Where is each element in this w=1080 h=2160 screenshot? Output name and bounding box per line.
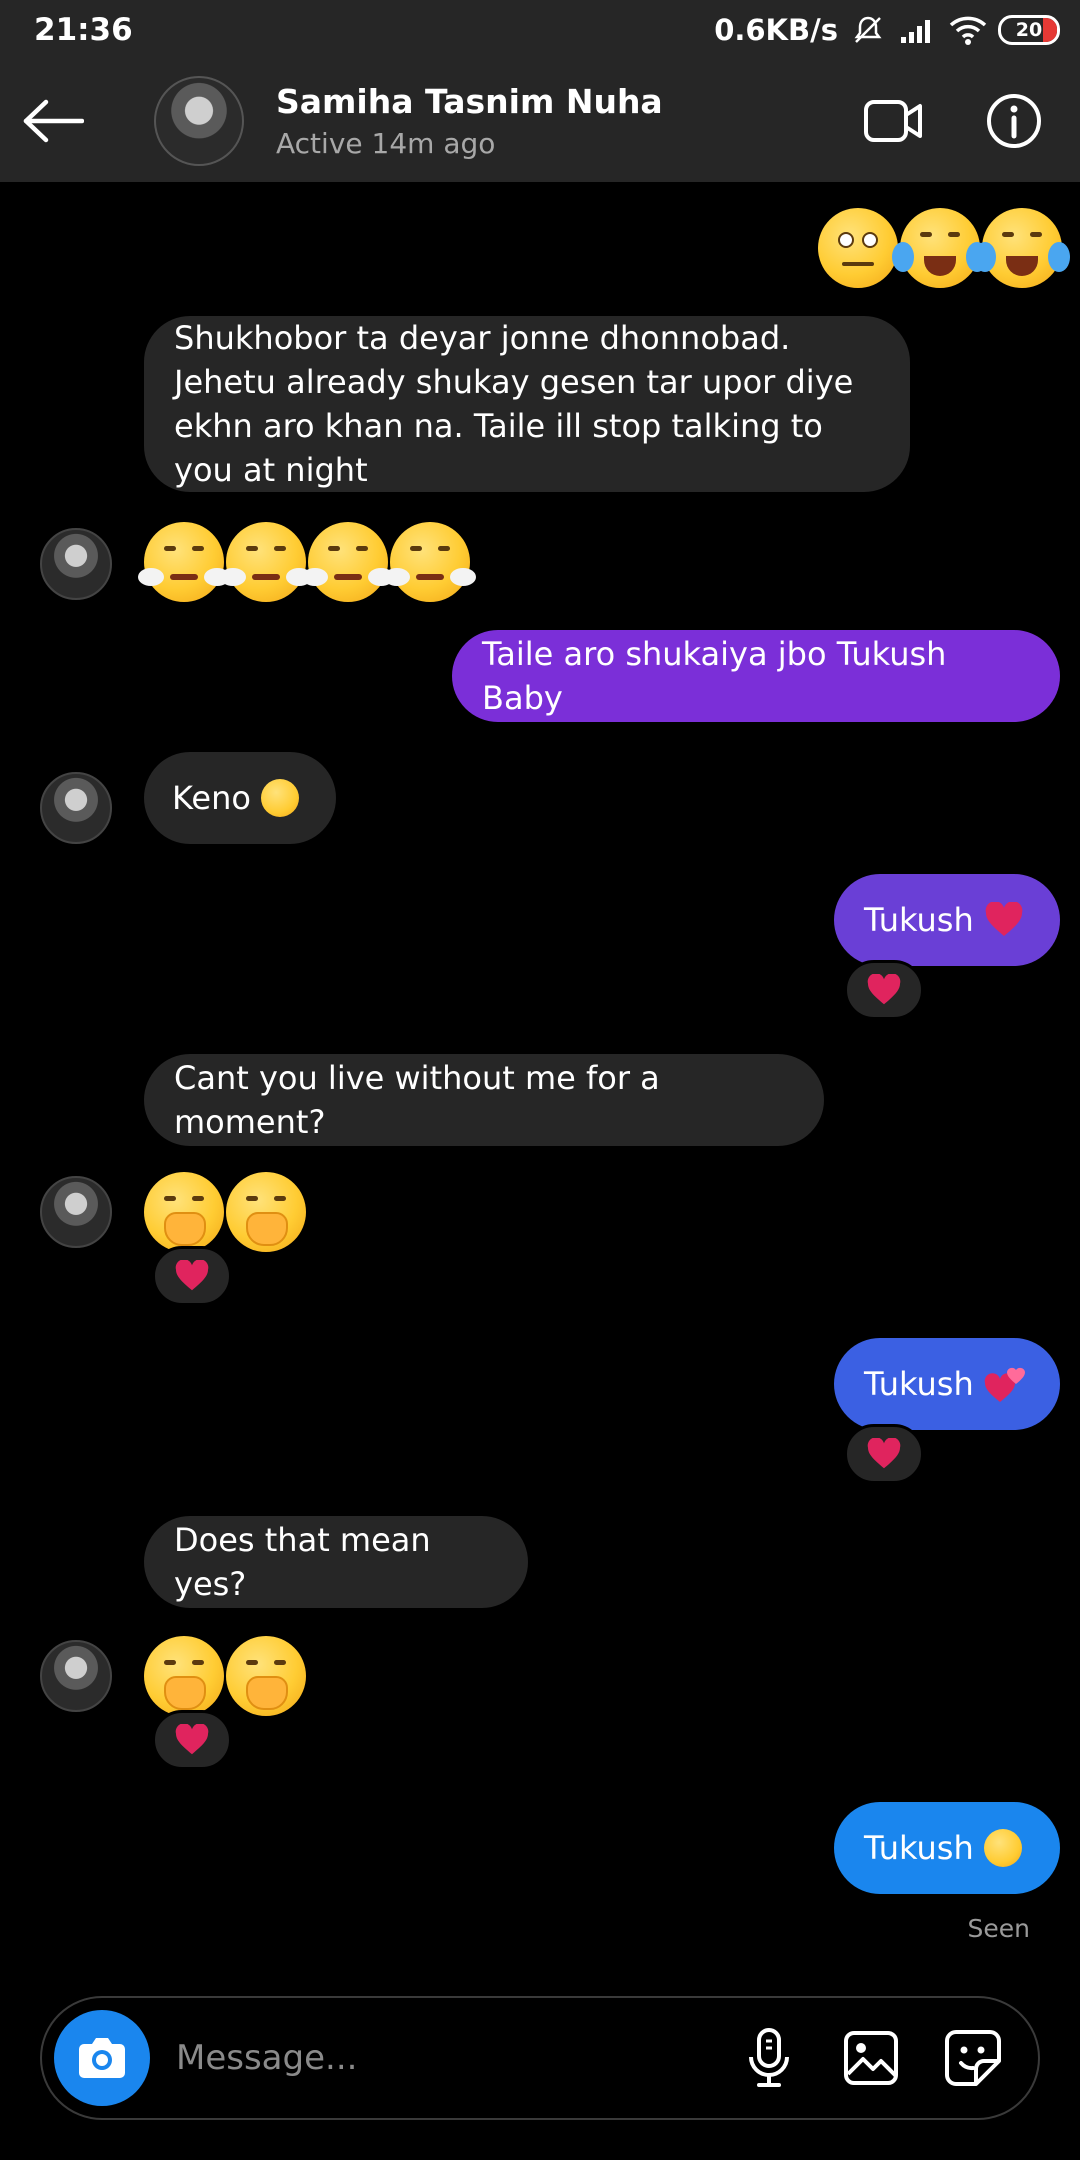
active-status: Active 14m ago <box>276 127 496 160</box>
reaction-badge[interactable] <box>152 1246 232 1306</box>
message-text: Tukush <box>864 1829 974 1867</box>
incoming-emoji-message[interactable] <box>144 1172 306 1252</box>
message-text: Tukush <box>864 901 974 939</box>
sender-avatar[interactable] <box>40 1176 112 1248</box>
incoming-emoji-message[interactable] <box>138 522 476 602</box>
composer-actions <box>740 2027 1002 2089</box>
sticker-icon <box>945 2030 1001 2086</box>
contact-avatar[interactable] <box>154 76 244 166</box>
outgoing-message[interactable]: Tukush <box>834 874 1060 966</box>
hand-over-mouth-emoji <box>144 1172 224 1252</box>
battery-level: 20 <box>1015 19 1043 41</box>
chat-header: Samiha Tasnim Nuha Active 14m ago <box>0 60 1080 182</box>
message-input[interactable] <box>176 2028 706 2088</box>
message-text: Keno <box>172 779 251 817</box>
status-icons: 0.6KB/s 20 <box>714 12 1060 48</box>
huffing-emoji <box>384 522 476 602</box>
heart-icon <box>175 1724 209 1755</box>
contact-info[interactable]: Samiha Tasnim Nuha Active 14m ago <box>276 82 663 160</box>
sender-avatar[interactable] <box>40 528 112 600</box>
network-speed: 0.6KB/s <box>714 13 838 47</box>
camera-button[interactable] <box>54 2010 150 2106</box>
message-composer <box>40 1996 1040 2120</box>
wifi-icon <box>948 12 988 48</box>
voice-message-button[interactable] <box>740 2027 798 2089</box>
sender-avatar[interactable] <box>40 1640 112 1712</box>
reaction-badge[interactable] <box>152 1710 232 1770</box>
signal-icon <box>898 12 938 48</box>
status-time: 21:36 <box>34 12 133 48</box>
video-call-button[interactable] <box>862 89 926 153</box>
tears-of-joy-emoji <box>892 208 988 288</box>
heart-icon <box>867 1438 901 1469</box>
back-button[interactable] <box>22 60 122 182</box>
back-arrow-icon <box>23 99 84 143</box>
outgoing-message[interactable]: Tukush <box>834 1338 1060 1430</box>
status-bar: 21:36 0.6KB/s 20 <box>0 0 1080 60</box>
message-text: Cant you live without me for a moment? <box>174 1059 660 1141</box>
hand-over-mouth-emoji <box>144 1636 224 1716</box>
incoming-message[interactable]: Cant you live without me for a moment? <box>144 1054 824 1146</box>
video-call-icon <box>864 100 922 142</box>
eye-roll-emoji <box>818 208 898 288</box>
message-text: Does that mean yes? <box>174 1521 431 1603</box>
sticker-button[interactable] <box>944 2027 1002 2089</box>
hand-over-mouth-emoji <box>226 1172 306 1252</box>
incoming-message[interactable]: Does that mean yes? <box>144 1516 528 1608</box>
chat-screen: 21:36 0.6KB/s 20 Samiha Tasnim Nuha Acti… <box>0 0 1080 2160</box>
outgoing-message[interactable]: Taile aro shukaiya jbo Tukush Baby <box>452 630 1060 722</box>
heart-emoji <box>985 902 1023 936</box>
heart-icon <box>175 1260 209 1291</box>
outgoing-message[interactable]: Tukush <box>834 1802 1060 1894</box>
mute-icon <box>848 12 888 48</box>
incoming-message[interactable]: Keno <box>144 752 336 844</box>
gallery-button[interactable] <box>842 2027 900 2089</box>
seen-indicator: Seen <box>967 1914 1030 1943</box>
unamused-emoji <box>260 779 299 817</box>
message-text: Taile aro shukaiya jbo Tukush Baby <box>482 635 947 717</box>
info-button[interactable] <box>982 89 1046 153</box>
reaction-badge[interactable] <box>844 960 924 1020</box>
incoming-emoji-message[interactable] <box>144 1636 306 1716</box>
huffing-emoji <box>302 522 394 602</box>
message-text: Tukush <box>864 1365 974 1403</box>
header-actions <box>862 89 1046 153</box>
incoming-message[interactable]: Shukhobor ta deyar jonne dhonnobad. Jehe… <box>144 316 910 492</box>
huffing-emoji <box>138 522 230 602</box>
outgoing-emoji-message[interactable] <box>818 208 1070 288</box>
contact-name: Samiha Tasnim Nuha <box>276 82 663 121</box>
reaction-badge[interactable] <box>844 1424 924 1484</box>
info-icon <box>987 94 1041 148</box>
microphone-icon <box>749 2028 789 2087</box>
hand-over-mouth-emoji <box>226 1636 306 1716</box>
heart-icon <box>867 974 901 1005</box>
battery-icon: 20 <box>998 15 1060 45</box>
two-hearts-emoji <box>984 1367 1025 1402</box>
camera-icon <box>79 2038 125 2078</box>
tears-of-joy-emoji <box>974 208 1070 288</box>
yum-emoji <box>983 1829 1022 1867</box>
gallery-icon <box>844 2031 898 2085</box>
message-text: Shukhobor ta deyar jonne dhonnobad. Jehe… <box>174 319 854 489</box>
huffing-emoji <box>220 522 312 602</box>
sender-avatar[interactable] <box>40 772 112 844</box>
